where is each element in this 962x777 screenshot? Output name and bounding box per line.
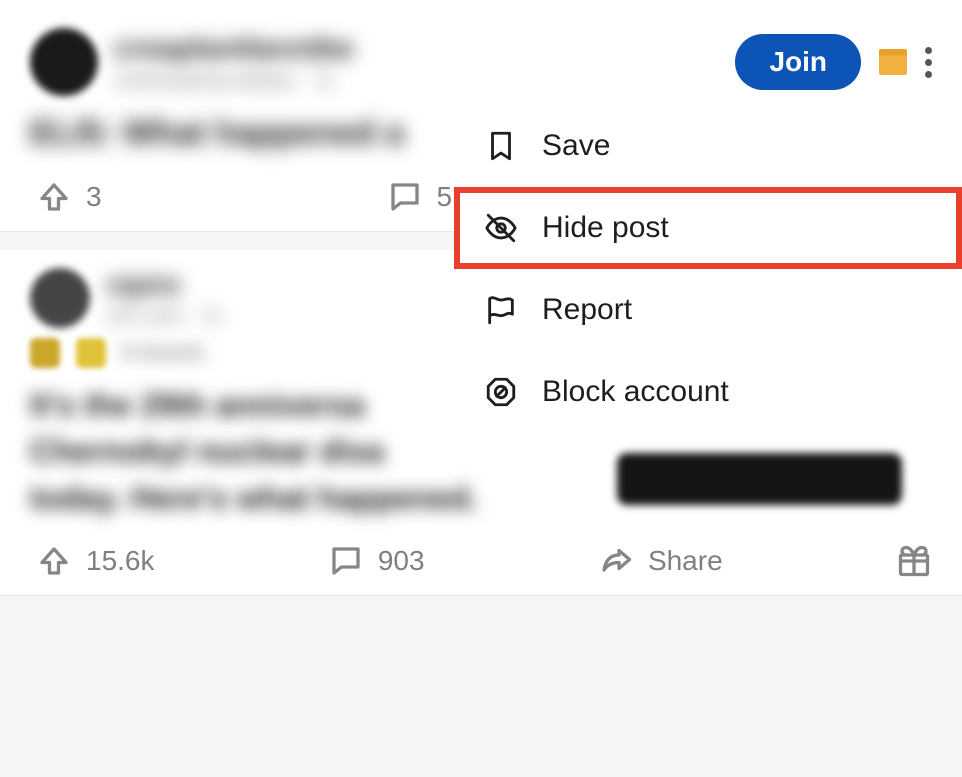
subreddit-name[interactable]: creaplantlanntbe	[114, 32, 735, 66]
menu-label: Block account	[542, 375, 729, 409]
share-label: Share	[648, 545, 723, 577]
link-preview-pill[interactable]	[617, 453, 902, 505]
action-row: 15.6k 903 Share	[30, 539, 932, 581]
comment-icon	[387, 179, 423, 215]
gift-icon	[896, 543, 932, 579]
upvote-count: 3	[86, 181, 102, 213]
promoted-icon[interactable]	[879, 49, 907, 75]
subreddit-avatar[interactable]	[30, 28, 98, 96]
award-icon	[30, 338, 60, 368]
more-options-button[interactable]	[925, 47, 932, 78]
awards-count: 8 Awards	[122, 342, 204, 365]
comment-count: 903	[378, 545, 425, 577]
upvote-button[interactable]: 15.6k	[36, 543, 155, 579]
upvote-button[interactable]: 3	[36, 179, 102, 215]
bookmark-icon	[484, 129, 518, 163]
post-header: creaplantlanntbe urthehaphitezoblbae · 7…	[30, 28, 932, 96]
join-button[interactable]: Join	[735, 34, 861, 90]
eye-off-icon	[484, 211, 518, 245]
comment-icon	[328, 543, 364, 579]
share-icon	[598, 543, 634, 579]
comment-count: 5	[437, 181, 453, 213]
upvote-icon	[36, 543, 72, 579]
upvote-count: 15.6k	[86, 545, 155, 577]
award-icon	[76, 338, 106, 368]
upvote-icon	[36, 179, 72, 215]
comment-button[interactable]: 903	[328, 543, 425, 579]
menu-label: Hide post	[542, 211, 669, 245]
menu-label: Report	[542, 293, 632, 327]
header-actions: Join	[735, 34, 932, 90]
post-meta: urthehaphitezoblbae · 7y	[114, 70, 735, 93]
menu-item-hide-post[interactable]: Hide post	[454, 187, 962, 269]
menu-label: Save	[542, 129, 610, 163]
menu-item-report[interactable]: Report	[454, 269, 962, 351]
post-options-menu: Save Hide post Report Block account	[454, 105, 962, 433]
share-button[interactable]: Share	[598, 543, 723, 579]
header-text: creaplantlanntbe urthehaphitezoblbae · 7…	[114, 32, 735, 93]
block-icon	[484, 375, 518, 409]
menu-item-save[interactable]: Save	[454, 105, 962, 187]
menu-item-block-account[interactable]: Block account	[454, 351, 962, 433]
comment-button[interactable]: 5	[387, 179, 453, 215]
flag-icon	[484, 293, 518, 327]
award-button[interactable]	[896, 543, 932, 579]
subreddit-avatar[interactable]	[30, 268, 90, 328]
